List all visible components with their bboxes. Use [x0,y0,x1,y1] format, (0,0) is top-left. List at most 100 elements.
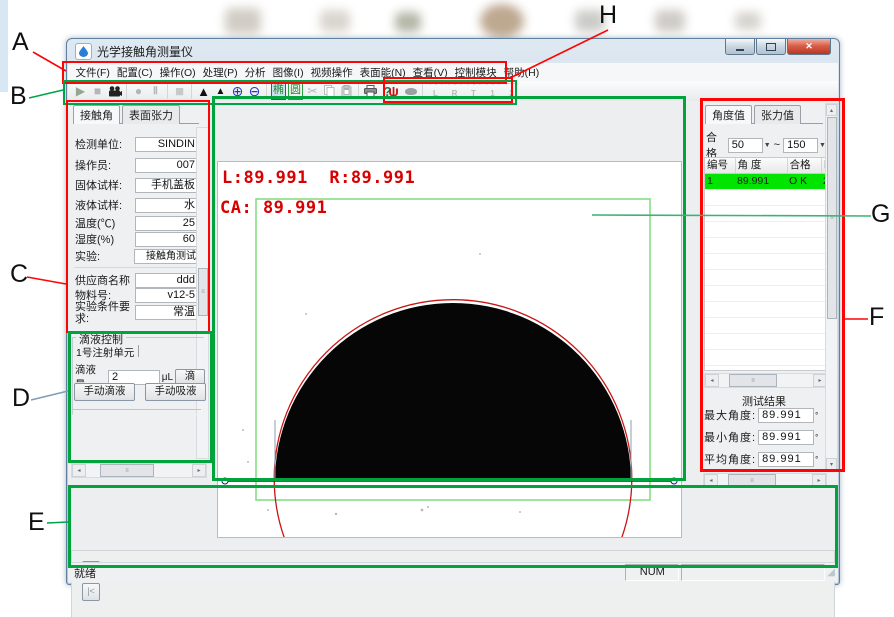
circle-fit-button[interactable]: 圆 [288,83,303,100]
pause-button[interactable]: Ⅱ [148,83,163,100]
angle-left-tool[interactable]: ⌒⌒ L [427,83,444,100]
scroll-up-icon[interactable]: ▴ [826,104,837,116]
maximize-button[interactable] [756,39,786,55]
field-row: 固体试样: 手机盖板 [75,177,200,193]
drop-shape-icon[interactable] [403,83,418,100]
liquid-sample-field[interactable]: 水 [135,198,199,213]
angle-one-tool[interactable]: ⌒⌒ 1 [484,83,501,100]
menu-help[interactable]: 帮助(H) [500,65,543,80]
menu-image[interactable]: 图像(I) [269,65,307,80]
scroll-right-icon[interactable]: ▸ [812,474,826,487]
maximize-icon [766,43,776,51]
manual-measure-icon[interactable]: ψ [386,83,401,100]
angle-right-tool[interactable]: ⌒⌒ R [446,83,463,100]
scrollbar-thumb[interactable]: ≡ [729,374,777,387]
menu-config[interactable]: 配置(C) [113,65,156,80]
baseline-right-handle[interactable] [671,478,677,484]
right-tabs: 角度值张力值 [705,105,823,124]
step-back-button[interactable]: |< [82,583,100,601]
zoom-out-icon[interactable]: ⊖ [247,83,262,100]
drop-tool-icon[interactable]: ▲ [213,83,228,100]
pass-min-combo[interactable]: 50 [728,138,763,153]
drop-image-view[interactable]: L:89.991 R:89.991 CA: 89.991 [217,161,682,538]
ellipse-fit-button[interactable]: 椭 [271,83,286,100]
status-bar: 就绪 NUM ◢ [69,562,837,582]
tab-surface-tension[interactable]: 表面张力 [122,105,180,124]
detect-unit-field[interactable]: SINDIN [135,137,199,152]
scrollbar-thumb[interactable]: ≡ [198,268,208,316]
resize-grip-icon[interactable]: ◢ [827,567,835,578]
desktop-icon-blur [395,12,421,32]
menu-analyze[interactable]: 分析 [241,65,269,80]
solid-sample-field[interactable]: 手机盖板 [135,178,199,193]
humidity-field[interactable]: 60 [135,232,199,247]
record-button[interactable]: ● [131,83,146,100]
field-label: 供应商名称 [75,272,135,288]
menu-video[interactable]: 视频操作 [307,65,356,80]
manual-drip-button[interactable]: 手动滴液 [74,383,135,401]
table-row[interactable]: 1 89.991 O K 2 [705,174,827,190]
menu-process[interactable]: 处理(P) [199,65,241,80]
scroll-left-icon[interactable]: ◂ [705,374,719,387]
close-button[interactable]: ✕ [787,39,831,55]
injection-unit-tab[interactable]: 1号注射单元 [76,345,134,360]
desktop-icon-blur [735,12,761,30]
temperature-field[interactable]: 25 [135,216,199,231]
table-header: 编号 角 度 合格 时 [705,158,827,174]
paste-button[interactable] [339,83,354,100]
menu-control-module[interactable]: 控制模块 [451,65,500,80]
field-row: 实验: 接触角测试 [75,248,200,264]
results-hscrollbar[interactable]: ◂ ≡ ▸ [703,473,827,488]
menu-view[interactable]: 查看(V) [409,65,451,80]
menu-file[interactable]: 文件(F) [72,65,113,80]
field-label: 固体试样: [75,177,135,193]
scroll-left-icon[interactable]: ◂ [704,474,718,487]
print-button[interactable] [363,83,378,100]
scroll-right-icon[interactable]: ▸ [192,464,206,477]
zoom-in-icon[interactable]: ⊕ [230,83,245,100]
toolbar-separator [266,84,267,99]
tab-tension-values[interactable]: 张力值 [754,105,801,124]
table-hscrollbar[interactable]: ◂ ≡ ▸ [704,373,828,388]
stop-button[interactable]: ■ [90,83,105,100]
baseline-left-handle[interactable] [222,478,228,484]
condition-field[interactable]: 常温 [135,305,199,320]
play-button[interactable]: ▶ [73,83,88,100]
min-angle-label: 最小角度: [704,429,756,445]
left-panel-hscrollbar[interactable]: ◂ ≡ ▸ [71,463,207,478]
angle-top-tool[interactable]: ⌒⌒ T [465,83,482,100]
scroll-left-icon[interactable]: ◂ [72,464,86,477]
table-row-empty [705,254,827,270]
supplier-field[interactable]: ddd [135,273,199,288]
experiment-field[interactable]: 接触角测试 [134,249,201,264]
sequence-panel: >| |< [71,550,835,617]
avg-angle-value: 89.991 [758,452,814,467]
cut-button[interactable]: ✂ [305,83,320,100]
tab-angle-values[interactable]: 角度值 [705,105,752,124]
manual-suck-button[interactable]: 手动吸液 [145,383,206,401]
scrollbar-thumb[interactable]: ≡ [728,474,776,487]
camera-button[interactable] [107,83,122,100]
baseline-tool-icon[interactable]: ▲ [196,83,211,100]
tab-contact-angle[interactable]: 接触角 [73,105,120,124]
scroll-down-icon[interactable]: ▾ [826,458,837,470]
results-vscrollbar[interactable]: ▴ ≡ ▾ [825,103,838,471]
table-row-empty [705,286,827,302]
annotation-letter-g: G [871,200,890,229]
pass-max-combo[interactable]: 150 [783,138,818,153]
freeze-button[interactable]: ■ [172,83,187,100]
minimize-button[interactable] [725,39,755,55]
left-tabs: 接触角表面张力 [73,105,199,124]
angle-two-tool[interactable]: ⌒⌒ 2 [503,83,520,100]
scrollbar-thumb[interactable]: ≡ [827,117,837,319]
operator-field[interactable]: 007 [135,158,199,173]
max-angle-row: 最大角度: 89.991 ° [704,407,819,423]
field-row: 操作员: 007 [75,157,200,173]
scrollbar-thumb[interactable]: ≡ [100,464,154,477]
table-row-empty [705,238,827,254]
combo-arrow-icon[interactable]: ▼ [764,142,771,149]
copy-button[interactable] [322,83,337,100]
desktop-icon-blur [225,8,261,34]
menu-operate[interactable]: 操作(O) [156,65,199,80]
menu-surface-energy[interactable]: 表面能(N) [356,65,409,80]
